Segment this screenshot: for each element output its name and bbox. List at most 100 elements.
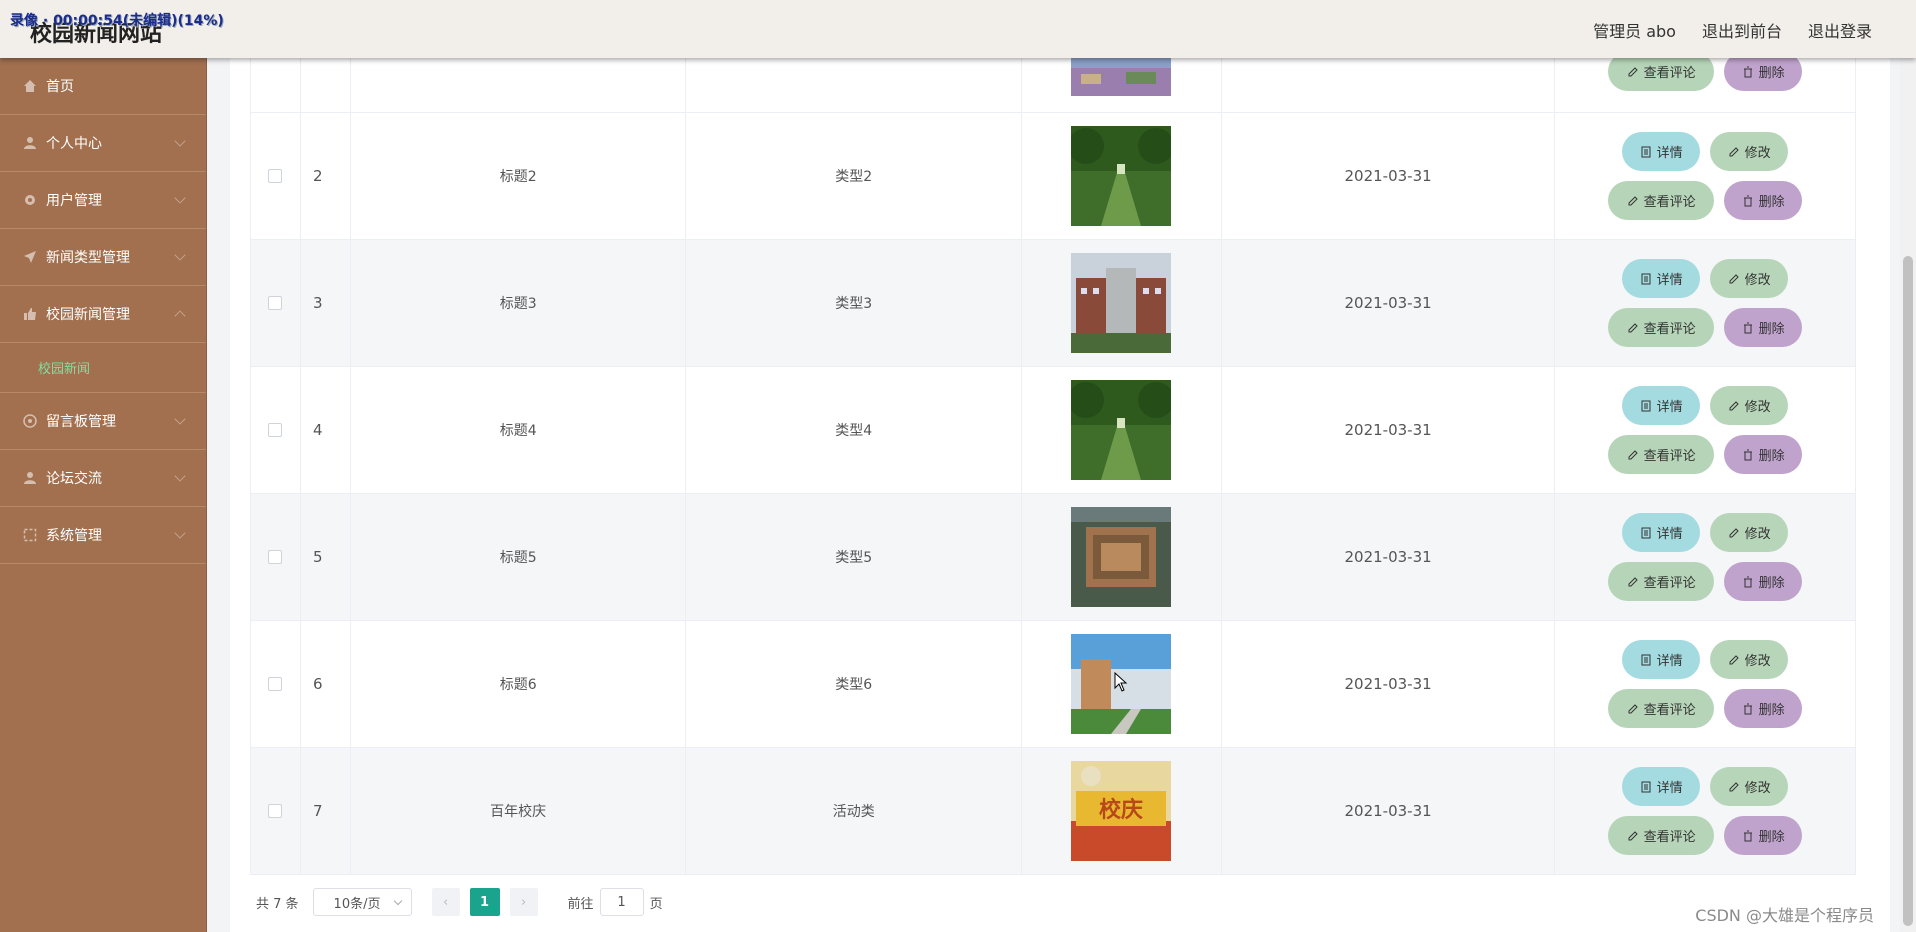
detail-button[interactable]: 详情 [1622,259,1701,298]
news-thumbnail [1071,380,1172,480]
sidebar-item-news-type[interactable]: 新闻类型管理 [0,229,206,286]
delete-button[interactable]: 删除 [1724,308,1803,347]
sidebar-item-personal-center[interactable]: 个人中心 [0,115,206,172]
edit-button[interactable]: 修改 [1710,386,1789,425]
news-date: 2021-03-31 [1222,748,1556,874]
edit-button[interactable]: 修改 [1710,513,1789,552]
pagination-total: 共 7 条 [256,896,299,912]
news-title: 标题4 [351,367,687,493]
goto-page: 前往 1 页 [568,888,663,916]
top-bar: 校园新闻网站 管理员 abo 退出到前台 退出登录 [0,0,1916,58]
edit-button[interactable]: 修改 [1710,640,1789,679]
delete-button[interactable]: 删除 [1724,435,1803,474]
document-icon [1641,400,1651,411]
edit-button[interactable]: 修改 [1710,132,1789,171]
sidebar-item-campus-news[interactable]: 校园新闻管理 [0,286,206,343]
next-page-button[interactable]: › [509,888,538,916]
delete-button[interactable]: 删除 [1724,816,1803,855]
person-icon [22,470,38,486]
news-date: 2021-03-31 [1222,367,1556,493]
sidebar-item-system[interactable]: 系统管理 [0,507,206,564]
svg-text:校庆: 校庆 [1099,797,1143,823]
document-icon [1641,654,1651,665]
main-content: 查看评论 删除 2 标题2 类型2 2021-03-31 详情 修改 查看评论 删除 3 标题3 类… [230,0,1890,932]
edit-button[interactable]: 修改 [1710,259,1789,298]
goto-page-input[interactable]: 1 [599,888,644,916]
news-title: 标题5 [351,494,687,620]
chevron-down-icon [174,249,186,261]
vertical-scrollbar[interactable] [1900,0,1916,932]
delete-button[interactable]: 删除 [1724,181,1803,220]
admin-user-link[interactable]: 管理员 abo [1593,18,1676,42]
send-icon [22,249,38,265]
top-links: 管理员 abo 退出到前台 退出登录 [1593,18,1872,42]
news-title: 标题6 [351,621,687,747]
document-icon [1641,146,1651,157]
sidebar-subitem-campus-news[interactable]: 校园新闻 [0,343,206,393]
table-row: 4 标题4 类型4 2021-03-31 详情 修改 查看评论 删除 [251,367,1855,494]
detail-button[interactable]: 详情 [1622,132,1701,171]
sidebar-item-message-board[interactable]: 留言板管理 [0,393,206,450]
news-type: 活动类 [686,748,1023,874]
chevron-right-icon: › [520,894,527,910]
recording-overlay: 录像 · 00:00:54(未编辑)(14%) [10,13,224,29]
document-icon [1641,781,1651,792]
sidebar-item-home[interactable]: 首页 [0,58,206,115]
view-comments-button[interactable]: 查看评论 [1608,435,1715,474]
watermark: CSDN @大雄是个程序员 [1695,906,1874,925]
news-thumbnail [1071,126,1172,226]
row-checkbox[interactable] [268,677,283,691]
news-table: 查看评论 删除 2 标题2 类型2 2021-03-31 详情 修改 查看评论 删除 3 标题3 类… [250,0,1856,875]
person-icon [22,135,38,151]
news-thumbnail [1071,507,1172,607]
edit-button[interactable]: 修改 [1710,767,1789,806]
delete-button[interactable]: 删除 [1724,562,1803,601]
circle-icon [22,413,38,429]
trash-icon [1743,830,1752,841]
row-checkbox[interactable] [268,423,283,437]
row-checkbox[interactable] [268,550,283,564]
news-thumbnail: 校庆 [1071,761,1172,861]
pen-icon [1729,654,1739,664]
view-comments-button[interactable]: 查看评论 [1608,689,1715,728]
prev-page-button[interactable]: ‹ [431,888,460,916]
detail-button[interactable]: 详情 [1622,513,1701,552]
trash-icon [1743,195,1752,206]
table-row: 6 标题6 类型6 2021-03-31 详情 修改 查看评论 删除 [251,621,1855,748]
detail-button[interactable]: 详情 [1622,767,1701,806]
row-index: 2 [301,113,351,239]
scrollbar-thumb[interactable] [1903,256,1913,926]
news-type: 类型3 [686,240,1023,366]
pen-icon [1729,781,1739,791]
view-comments-button[interactable]: 查看评论 [1608,816,1715,855]
detail-button[interactable]: 详情 [1622,386,1701,425]
sidebar-item-label: 留言板管理 [46,414,116,430]
pen-icon [1628,195,1638,205]
news-date: 2021-03-31 [1222,494,1556,620]
trash-icon [1743,703,1752,714]
pen-icon [1729,400,1739,410]
sidebar-item-forum[interactable]: 论坛交流 [0,450,206,507]
chevron-down-icon [393,896,402,906]
row-checkbox[interactable] [268,169,283,183]
view-comments-button[interactable]: 查看评论 [1608,562,1715,601]
table-row: 5 标题5 类型5 2021-03-31 详情 修改 查看评论 删除 [251,494,1855,621]
sidebar-item-user-management[interactable]: 用户管理 [0,172,206,229]
row-index: 4 [301,367,351,493]
page-size-select[interactable]: 10条/页 [312,888,412,916]
delete-button[interactable]: 删除 [1724,689,1803,728]
row-index: 7 [301,748,351,874]
logout-link[interactable]: 退出登录 [1808,18,1872,42]
view-comments-button[interactable]: 查看评论 [1608,308,1715,347]
pen-icon [1628,449,1638,459]
row-checkbox[interactable] [268,296,283,310]
exit-to-frontend-link[interactable]: 退出到前台 [1702,18,1782,42]
news-type: 类型2 [686,113,1023,239]
page-number-current[interactable]: 1 [469,888,500,916]
detail-button[interactable]: 详情 [1622,640,1701,679]
pen-icon [1628,830,1638,840]
pen-icon [1729,273,1739,283]
table-row: 2 标题2 类型2 2021-03-31 详情 修改 查看评论 删除 [251,113,1855,240]
row-checkbox[interactable] [268,804,283,818]
view-comments-button[interactable]: 查看评论 [1608,181,1715,220]
